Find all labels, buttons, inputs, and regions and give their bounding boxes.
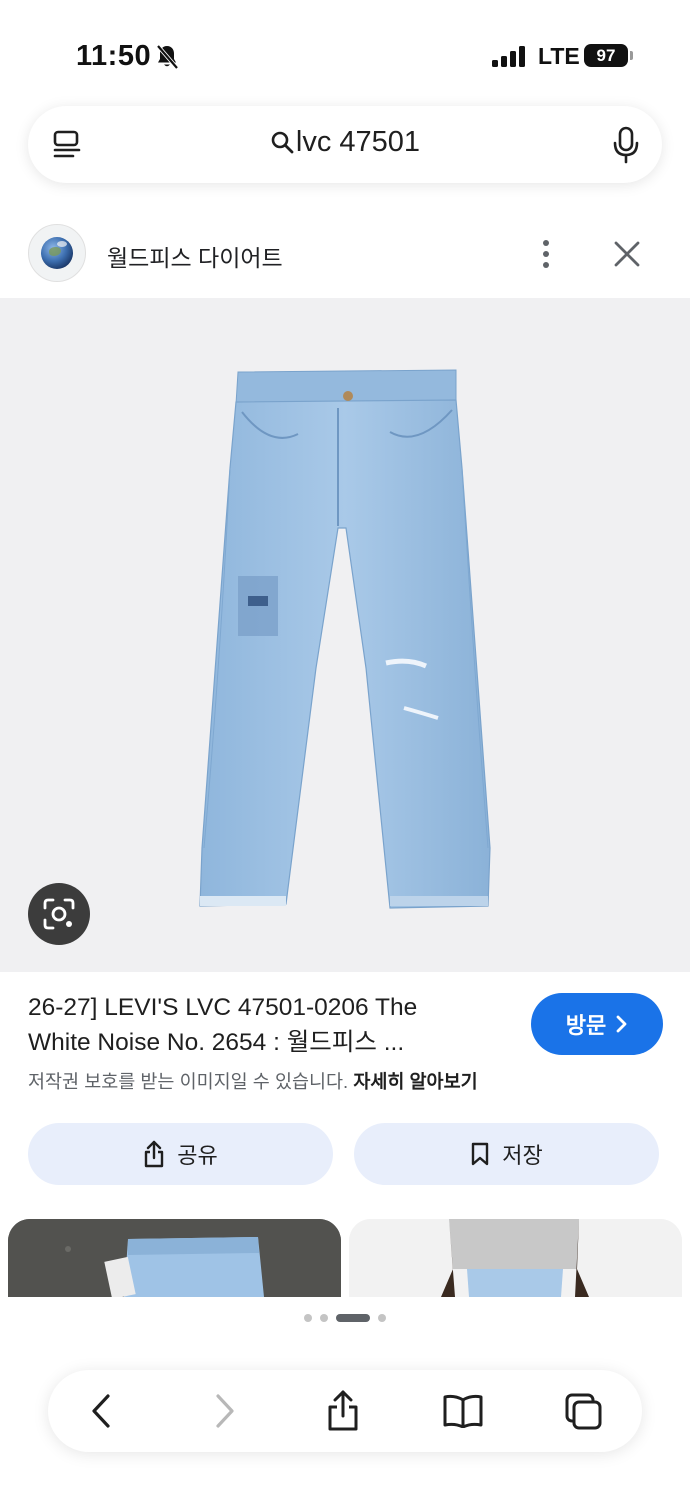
visit-button[interactable]: 방문 <box>531 993 663 1055</box>
bookmarks-book-icon <box>443 1394 483 1428</box>
browser-toolbar <box>48 1370 642 1452</box>
chevron-right-icon <box>616 1015 627 1033</box>
bell-slash-icon <box>156 44 179 70</box>
share-label: 공유 <box>177 1143 218 1168</box>
share-page-icon <box>328 1390 358 1431</box>
result-title-line-2: White Noise No. 2654 : 월드피스 ... <box>28 1029 405 1056</box>
search-bar[interactable]: lvc 47501 <box>28 106 662 183</box>
share-button[interactable]: 공유 <box>28 1123 333 1185</box>
page-dot[interactable] <box>304 1314 312 1322</box>
lens-button[interactable] <box>28 883 90 945</box>
back-button[interactable] <box>78 1388 124 1434</box>
related-image-2[interactable] <box>349 1219 682 1297</box>
result-title[interactable]: 26-27] LEVI'S LVC 47501-0206 The White N… <box>28 990 508 1060</box>
mic-icon[interactable] <box>612 126 640 164</box>
more-vert-icon[interactable] <box>534 238 558 270</box>
tabs-icon <box>565 1393 602 1430</box>
pagination-dots <box>0 1314 690 1326</box>
lens-icon <box>43 898 75 930</box>
source-name[interactable]: 월드피스 다이어트 <box>107 239 283 273</box>
page-dot[interactable] <box>378 1314 386 1322</box>
copyright-notice: 저작권 보호를 받는 이미지일 수 있습니다. 자세히 알아보기 <box>28 1068 478 1094</box>
save-label: 저장 <box>502 1143 543 1168</box>
share-page-button[interactable] <box>320 1388 366 1434</box>
status-bar: 11:50 LTE 97 <box>0 0 690 100</box>
result-image[interactable] <box>0 298 690 972</box>
search-query[interactable]: lvc 47501 <box>28 126 662 159</box>
save-button[interactable]: 저장 <box>354 1123 659 1185</box>
globe-icon <box>41 237 73 269</box>
forward-button[interactable] <box>202 1388 248 1434</box>
battery-icon: 97 <box>584 44 633 67</box>
forward-icon <box>216 1394 234 1428</box>
bookmarks-button[interactable] <box>440 1388 486 1434</box>
learn-more-link[interactable]: 자세히 알아보기 <box>353 1071 477 1092</box>
back-icon <box>92 1394 110 1428</box>
related-image-2-graphic <box>349 1219 682 1297</box>
search-icon <box>271 131 294 154</box>
page-dot-active[interactable] <box>336 1314 370 1322</box>
signal-icon <box>492 45 526 67</box>
source-row: 월드피스 다이어트 <box>0 222 690 286</box>
search-query-text: lvc 47501 <box>295 126 421 158</box>
related-image-1-graphic <box>8 1219 341 1297</box>
bookmark-icon <box>472 1142 489 1166</box>
copyright-text: 저작권 보호를 받는 이미지일 수 있습니다. <box>28 1071 349 1092</box>
close-icon[interactable] <box>612 239 642 269</box>
result-title-line-1: 26-27] LEVI'S LVC 47501-0206 The <box>28 994 418 1021</box>
visit-button-label: 방문 <box>565 1013 607 1038</box>
source-avatar <box>28 224 86 282</box>
status-time: 11:50 <box>76 40 152 72</box>
jeans-image <box>199 369 491 909</box>
share-icon <box>145 1140 164 1168</box>
related-image-1[interactable] <box>8 1219 341 1297</box>
tabs-button[interactable] <box>560 1388 606 1434</box>
page-dot[interactable] <box>320 1314 328 1322</box>
network-type: LTE <box>538 43 580 69</box>
